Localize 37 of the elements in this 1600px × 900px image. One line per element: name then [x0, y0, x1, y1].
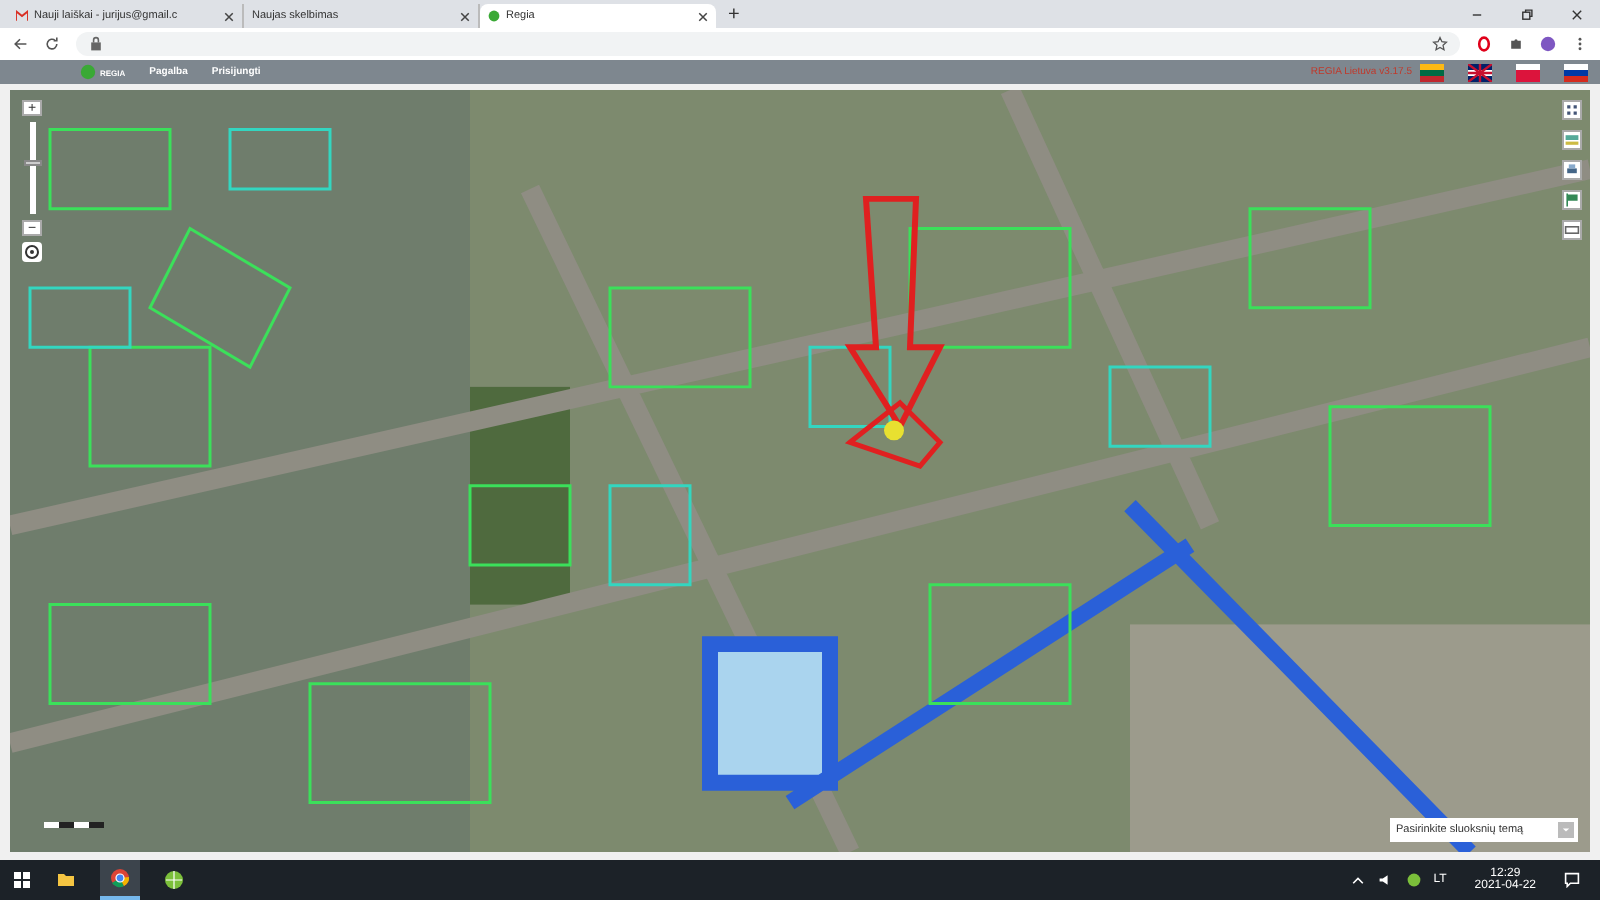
parcel-outline [844, 399, 944, 469]
close-icon[interactable] [460, 11, 470, 21]
ruler-icon[interactable] [1562, 220, 1582, 240]
back-icon[interactable] [12, 36, 28, 52]
globe-icon[interactable] [164, 870, 184, 890]
opera-icon[interactable] [1476, 36, 1492, 52]
puzzle-icon[interactable] [1508, 36, 1524, 52]
grid-icon[interactable] [1562, 100, 1582, 120]
windows-start-icon[interactable] [12, 870, 32, 890]
close-icon[interactable] [698, 11, 708, 21]
close-icon[interactable] [1570, 7, 1584, 21]
speaker-icon[interactable] [1377, 872, 1394, 888]
network-icon[interactable] [1405, 872, 1422, 888]
zoom-slider[interactable] [23, 122, 41, 214]
new-tab-button[interactable]: + [716, 4, 752, 28]
zoom-slider-thumb[interactable] [23, 160, 41, 167]
avatar-icon[interactable] [1540, 36, 1556, 52]
folder-icon[interactable] [56, 870, 76, 890]
flag-icon[interactable] [1564, 63, 1588, 81]
chrome-icon[interactable] [110, 868, 130, 888]
notification-icon[interactable] [1564, 872, 1580, 888]
flag-icon[interactable] [1468, 63, 1492, 81]
close-icon[interactable] [224, 11, 234, 21]
printer-icon[interactable] [1562, 160, 1582, 180]
globe-icon [488, 10, 500, 22]
mail-icon [16, 10, 28, 22]
dropdown-icon [1558, 822, 1574, 838]
restore-icon[interactable] [1520, 7, 1534, 21]
star-icon[interactable] [1432, 36, 1448, 52]
reload-icon[interactable] [44, 36, 60, 52]
address-field[interactable] [76, 32, 1460, 56]
layers-icon[interactable] [1562, 130, 1582, 150]
location-marker [884, 420, 904, 441]
chevron-up-icon[interactable] [1349, 872, 1366, 888]
lock-icon [88, 36, 104, 52]
logo-icon [80, 64, 96, 80]
locate-icon[interactable] [22, 242, 42, 262]
